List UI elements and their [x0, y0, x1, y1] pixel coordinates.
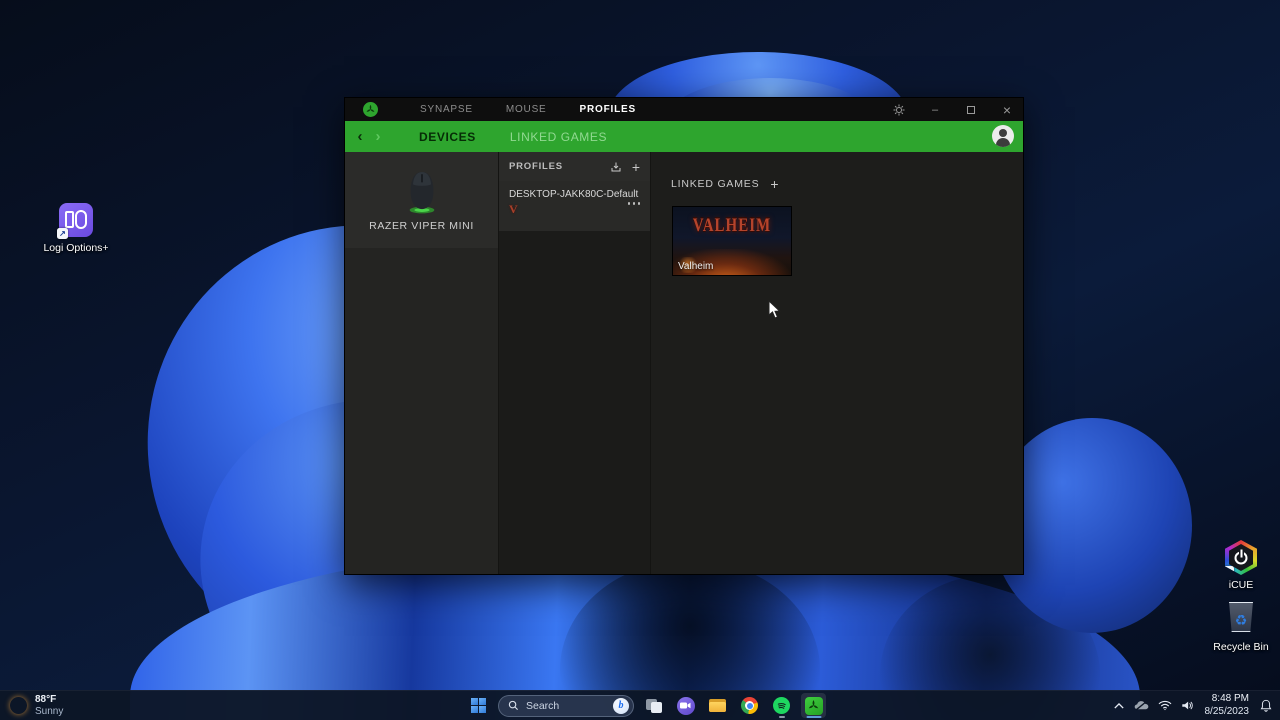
game-tile-valheim[interactable]: VALHEIM Valheim [673, 207, 791, 275]
spotify-icon [773, 697, 790, 714]
mouse-cursor [768, 299, 782, 325]
import-profile-icon[interactable] [610, 161, 622, 173]
icue-icon: ↗ [1223, 540, 1259, 576]
devices-panel: RAZER VIPER MINI [345, 152, 498, 574]
linked-games-title: LINKED GAMES [671, 178, 760, 190]
taskbar-center: Search b [466, 691, 826, 720]
tray-chevron-up-icon[interactable] [1111, 695, 1127, 717]
forward-arrow-icon[interactable]: › [369, 128, 387, 145]
tab-profiles[interactable]: PROFILES [580, 104, 636, 115]
window-content: RAZER VIPER MINI PROFILES + DESKTOP-JAKK… [345, 152, 1023, 574]
chrome-button[interactable] [737, 693, 762, 718]
recycle-bin-icon: ♻ [1223, 602, 1259, 638]
window-titlebar[interactable]: SYNAPSE MOUSE PROFILES – × [345, 98, 1023, 121]
razer-synapse-window: SYNAPSE MOUSE PROFILES – × ‹ › DEVICES L… [344, 97, 1024, 575]
tab-mouse[interactable]: MOUSE [506, 104, 547, 115]
recycle-symbol-icon: ♻ [1234, 613, 1248, 630]
folder-icon [709, 699, 726, 712]
settings-gear-icon[interactable] [891, 102, 907, 118]
close-icon[interactable]: × [999, 102, 1015, 118]
windows-logo-icon [470, 697, 487, 714]
desktop-icon-logi-options[interactable]: ↗ Logi Options+ [38, 203, 114, 255]
profile-item[interactable]: DESKTOP-JAKK80C-Default V [499, 181, 650, 231]
add-linked-game-icon[interactable]: + [770, 177, 778, 191]
desktop-icon-recycle-bin[interactable]: ♻ Recycle Bin [1203, 600, 1279, 654]
task-view-button[interactable] [641, 693, 666, 718]
add-profile-icon[interactable]: + [632, 160, 640, 174]
game-art-title: VALHEIM [692, 215, 772, 236]
start-button[interactable] [466, 693, 491, 718]
back-arrow-icon[interactable]: ‹ [351, 128, 369, 145]
razer-synapse-button[interactable] [801, 693, 826, 718]
desktop-icon-icue[interactable]: ↗ iCUE [1203, 540, 1279, 592]
active-indicator [806, 715, 821, 718]
profiles-header: PROFILES + [499, 152, 650, 181]
system-tray: 8:48 PM 8/25/2023 [1111, 691, 1275, 720]
shortcut-arrow-icon: ↗ [1225, 566, 1234, 575]
desktop-icon-label: iCUE [1228, 579, 1254, 591]
navbar-tabs: DEVICES LINKED GAMES [419, 130, 607, 144]
onedrive-icon[interactable] [1134, 695, 1150, 717]
device-name: RAZER VIPER MINI [369, 220, 474, 232]
task-view-icon [645, 698, 662, 713]
mouse-image [409, 172, 434, 214]
game-label: Valheim [678, 261, 714, 272]
desktop: ↗ Logi Options+ ↗ iCUE ♻ Recycle Bin SYN… [0, 0, 1280, 720]
weather-widget[interactable]: 88°F Sunny [0, 694, 230, 718]
wifi-icon[interactable] [1157, 695, 1173, 717]
maximize-icon[interactable] [963, 102, 979, 118]
taskbar: 88°F Sunny Search b 8:48 PM 8/25/2023 [0, 690, 1280, 720]
tab-synapse[interactable]: SYNAPSE [420, 104, 473, 115]
video-app-button[interactable] [673, 693, 698, 718]
logi-options-icon: ↗ [57, 203, 94, 239]
bing-icon: b [613, 697, 629, 714]
shortcut-arrow-icon: ↗ [57, 228, 68, 239]
device-card-viper-mini[interactable]: RAZER VIPER MINI [345, 152, 498, 248]
razer-synapse-icon [804, 696, 823, 715]
desktop-icon-label: Recycle Bin [1213, 641, 1269, 653]
volume-icon[interactable] [1180, 695, 1196, 717]
clock[interactable]: 8:48 PM 8/25/2023 [1203, 693, 1252, 718]
weather-condition: Sunny [35, 705, 64, 717]
sun-icon [10, 697, 27, 714]
search-icon [508, 700, 519, 711]
tray-time: 8:48 PM [1211, 693, 1249, 704]
user-avatar[interactable] [992, 125, 1014, 147]
tab-devices[interactable]: DEVICES [419, 130, 476, 144]
window-navbar: ‹ › DEVICES LINKED GAMES [345, 121, 1023, 152]
tab-linked-games[interactable]: LINKED GAMES [510, 130, 607, 144]
tray-date: 8/25/2023 [1204, 705, 1250, 717]
more-options-icon[interactable] [627, 202, 640, 205]
desktop-icon-label: Logi Options+ [43, 242, 109, 254]
profiles-panel: PROFILES + DESKTOP-JAKK80C-Default V [498, 152, 651, 574]
profiles-title: PROFILES [509, 161, 563, 172]
search-box[interactable]: Search b [498, 694, 634, 717]
linked-games-panel: LINKED GAMES + VALHEIM Valheim [651, 152, 1023, 574]
spotify-button[interactable] [769, 693, 794, 718]
linked-games-header: LINKED GAMES + [671, 177, 779, 191]
notification-bell-icon[interactable] [1258, 695, 1274, 717]
window-controls: – × [891, 98, 1015, 121]
running-indicator [778, 715, 785, 718]
minimize-icon[interactable]: – [927, 102, 943, 118]
weather-temperature: 88°F [35, 693, 57, 705]
chrome-icon [741, 697, 758, 714]
valheim-mini-icon: V [509, 202, 518, 216]
video-camera-icon [676, 696, 695, 715]
file-explorer-button[interactable] [705, 693, 730, 718]
search-placeholder: Search [526, 699, 560, 712]
profile-name: DESKTOP-JAKK80C-Default [509, 189, 639, 200]
razer-logo-icon [363, 102, 378, 117]
titlebar-tabs: SYNAPSE MOUSE PROFILES [420, 104, 636, 115]
